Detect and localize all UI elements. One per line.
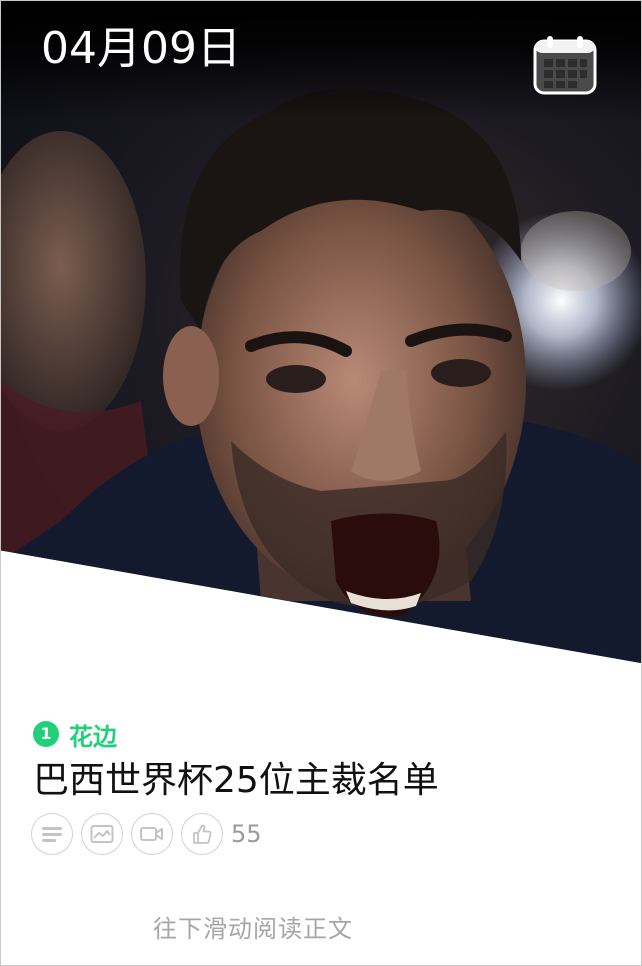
calendar-button[interactable]	[533, 35, 597, 95]
date-label: 04月09日	[41, 23, 241, 74]
image-icon	[90, 825, 114, 843]
like-count: 55	[231, 820, 262, 848]
channel-name: 花边	[69, 722, 117, 751]
hero-image[interactable]	[1, 1, 641, 663]
channel-tag[interactable]: 1 花边	[33, 719, 117, 751]
channel-number-badge: 1	[33, 721, 59, 747]
like-button[interactable]	[181, 813, 223, 855]
article-tag-row: 55	[31, 811, 262, 857]
article-title[interactable]: 巴西世界杯25位主裁名单	[33, 757, 439, 805]
app-frame: 04月09日 1 花边 巴西世界杯25位主裁名单 55 往下滑动阅读正文	[0, 0, 642, 966]
thumbs-up-icon	[193, 824, 212, 844]
video-icon	[140, 827, 163, 841]
calendar-icon	[533, 36, 597, 95]
video-tag-button[interactable]	[131, 813, 173, 855]
text-tag-button[interactable]	[31, 813, 73, 855]
text-icon	[42, 827, 62, 842]
image-tag-button[interactable]	[81, 813, 123, 855]
scroll-hint: 往下滑动阅读正文	[153, 915, 353, 943]
